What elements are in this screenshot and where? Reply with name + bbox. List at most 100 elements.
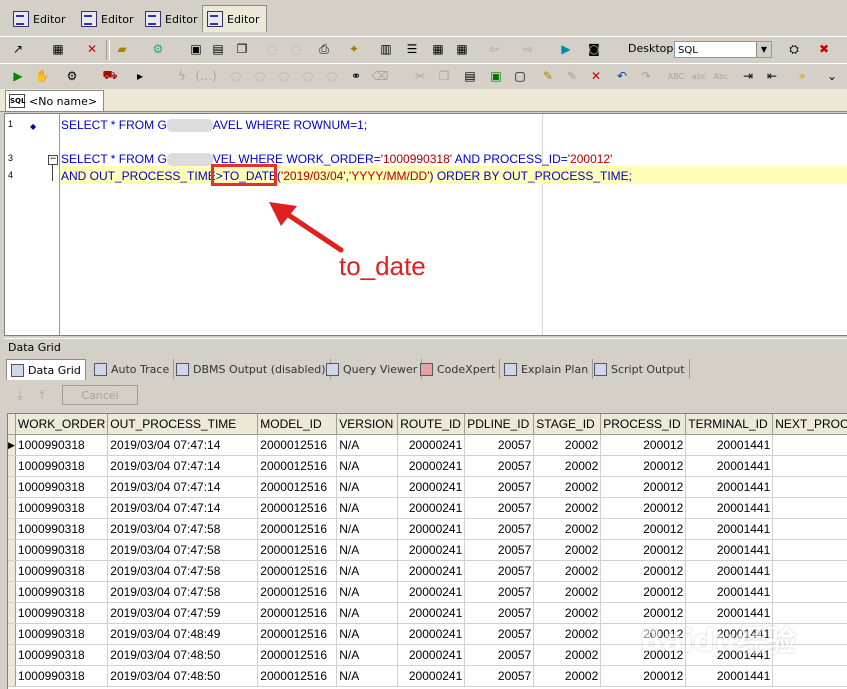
table-cell[interactable]: 20000241	[397, 518, 466, 540]
table-cell[interactable]: 1000990318	[15, 560, 109, 582]
table-cell[interactable]: 20057	[464, 497, 535, 519]
table-cell[interactable]: 20001441	[685, 476, 774, 498]
table-cell[interactable]: 2000012516	[257, 518, 338, 540]
table-cell[interactable]: 20002	[533, 476, 602, 498]
current-row-indicator-icon[interactable]: ▶	[8, 434, 16, 456]
table-cell[interactable]: 20002	[533, 602, 602, 624]
table-cell[interactable]: 20000241	[397, 644, 466, 666]
table-cell[interactable]: N/A	[336, 581, 399, 603]
undo-icon[interactable]: ↶	[612, 66, 632, 86]
execute-script-icon[interactable]: ⚙	[62, 66, 82, 86]
binoculars-icon[interactable]: ⚭	[346, 66, 366, 86]
column-header[interactable]: STAGE_ID	[533, 414, 602, 435]
desktop-select[interactable]: SQL ▼	[674, 41, 772, 58]
document-tab[interactable]: SQL <No name>	[5, 90, 105, 111]
table-cell[interactable]: 20057	[464, 665, 535, 687]
row-indicator[interactable]	[8, 665, 16, 687]
row-indicator[interactable]	[8, 539, 16, 561]
list-icon[interactable]: ☰	[402, 39, 422, 59]
row-indicator[interactable]	[8, 644, 16, 666]
grid-icon[interactable]: ▥	[376, 39, 396, 59]
table-cell[interactable]: 20000241	[397, 623, 466, 645]
table-cell[interactable]: 1000990318	[15, 518, 109, 540]
table-cell[interactable]: N/A	[336, 602, 399, 624]
table-cell[interactable]: 2019/03/04 07:47:58	[107, 518, 259, 540]
desktop-icon[interactable]: ⛭	[784, 39, 804, 59]
row-indicator[interactable]	[8, 560, 16, 582]
table-row[interactable]: 1000990318 2019/03/04 07:47:58 2000012516 N…	[8, 560, 847, 582]
tab-explain-plan[interactable]: Explain Plan	[500, 359, 594, 379]
table-cell[interactable]: 20000241	[397, 560, 466, 582]
sql-icon[interactable]: ▦	[48, 39, 68, 59]
car-icon[interactable]: ⛟	[100, 66, 120, 86]
table-cell[interactable]: 20002	[533, 665, 602, 687]
table-cell[interactable]: 20057	[464, 602, 535, 624]
row-indicator[interactable]	[8, 476, 16, 498]
table-cell[interactable]: 200012	[600, 455, 687, 477]
table-cell[interactable]: 200012	[600, 518, 687, 540]
column-header[interactable]: ROUTE_ID	[397, 414, 466, 435]
editor-tab-4[interactable]: Editor	[202, 5, 267, 32]
table-cell[interactable]: 20001441	[685, 560, 774, 582]
table-cell[interactable]: 20000241	[397, 602, 466, 624]
execute-icon[interactable]: ▶	[8, 66, 28, 86]
table-cell[interactable]: N/A	[336, 476, 399, 498]
table-cell[interactable]: 200012	[600, 539, 687, 561]
delete-desktop-icon[interactable]: ✖	[814, 39, 834, 59]
table-cell[interactable]: 200012	[600, 581, 687, 603]
table-row[interactable]: 1000990318 2019/03/04 07:47:58 2000012516 N…	[8, 539, 847, 561]
row-indicator[interactable]	[8, 581, 16, 603]
column-header[interactable]: NEXT_PROCESS	[772, 414, 847, 435]
table-cell[interactable]: 1000990318	[15, 434, 109, 456]
close-icon[interactable]: ✕	[82, 39, 102, 59]
table-cell[interactable]: 20000241	[397, 434, 466, 456]
tab-query-viewer[interactable]: Query Viewer	[322, 359, 423, 379]
schema-icon[interactable]: ⚙	[148, 39, 168, 59]
table-cell[interactable]: 2000012516	[257, 581, 338, 603]
tab-dbms-output[interactable]: DBMS Output (disabled)	[172, 359, 331, 379]
table-cell[interactable]: 20002	[533, 518, 602, 540]
row-indicator[interactable]	[8, 497, 16, 519]
table-cell[interactable]: 20002	[533, 539, 602, 561]
table-cell[interactable]: 200012	[600, 497, 687, 519]
window-icon[interactable]: ◙	[584, 39, 604, 59]
step-icon[interactable]: ▶	[556, 39, 576, 59]
table-row[interactable]: ▶ 1000990318 2019/03/04 07:47:14 2000012516…	[8, 434, 847, 456]
table-row[interactable]: 1000990318 2019/03/04 07:47:14 2000012516 N…	[8, 455, 847, 477]
table-cell[interactable]: N/A	[336, 644, 399, 666]
table-cell[interactable]: 1000990318	[15, 455, 109, 477]
table-cell[interactable]: 0	[772, 434, 847, 456]
forward-icon[interactable]: »	[792, 66, 812, 86]
table-cell[interactable]: 2000012516	[257, 560, 338, 582]
table-cell[interactable]: 2019/03/04 07:47:14	[107, 497, 259, 519]
table-cell[interactable]: 0	[772, 476, 847, 498]
table-row[interactable]: 1000990318 2019/03/04 07:48:50 2000012516 N…	[8, 665, 847, 687]
table-cell[interactable]: 2019/03/04 07:48:49	[107, 623, 259, 645]
table-cell[interactable]: 200012	[600, 560, 687, 582]
column-header[interactable]: WORK_ORDER	[15, 414, 109, 435]
table-cell[interactable]: 2019/03/04 07:47:58	[107, 539, 259, 561]
table-cell[interactable]: N/A	[336, 539, 399, 561]
table-cell[interactable]: 2000012516	[257, 644, 338, 666]
indent-icon[interactable]: ⇥	[738, 66, 758, 86]
table-cell[interactable]: 0	[772, 581, 847, 603]
table-cell[interactable]: 2000012516	[257, 434, 338, 456]
table-cell[interactable]: 1000990318	[15, 665, 109, 687]
table-cell[interactable]: N/A	[336, 497, 399, 519]
table-cell[interactable]: N/A	[336, 434, 399, 456]
column-header[interactable]: PROCESS_ID	[600, 414, 687, 435]
table-cell[interactable]: 200012	[600, 476, 687, 498]
table-cell[interactable]: 0	[772, 539, 847, 561]
print-icon[interactable]: ⎙	[314, 39, 334, 59]
table-cell[interactable]: 1000990318	[15, 644, 109, 666]
cancel-button[interactable]: Cancel	[62, 385, 138, 405]
tab-auto-trace[interactable]: Auto Trace	[90, 359, 175, 379]
table-cell[interactable]: N/A	[336, 665, 399, 687]
table-cell[interactable]: 1000990318	[15, 623, 109, 645]
table-cell[interactable]: 20002	[533, 497, 602, 519]
table-cell[interactable]: 20057	[464, 539, 535, 561]
table-cell[interactable]: 20057	[464, 581, 535, 603]
column-header[interactable]: VERSION	[336, 414, 399, 435]
table-cell[interactable]: 20001441	[685, 539, 774, 561]
sql-editor[interactable]: 1 3 4 ◆ − SELECT * FROM G AVEL WHERE ROWN…	[4, 113, 847, 336]
